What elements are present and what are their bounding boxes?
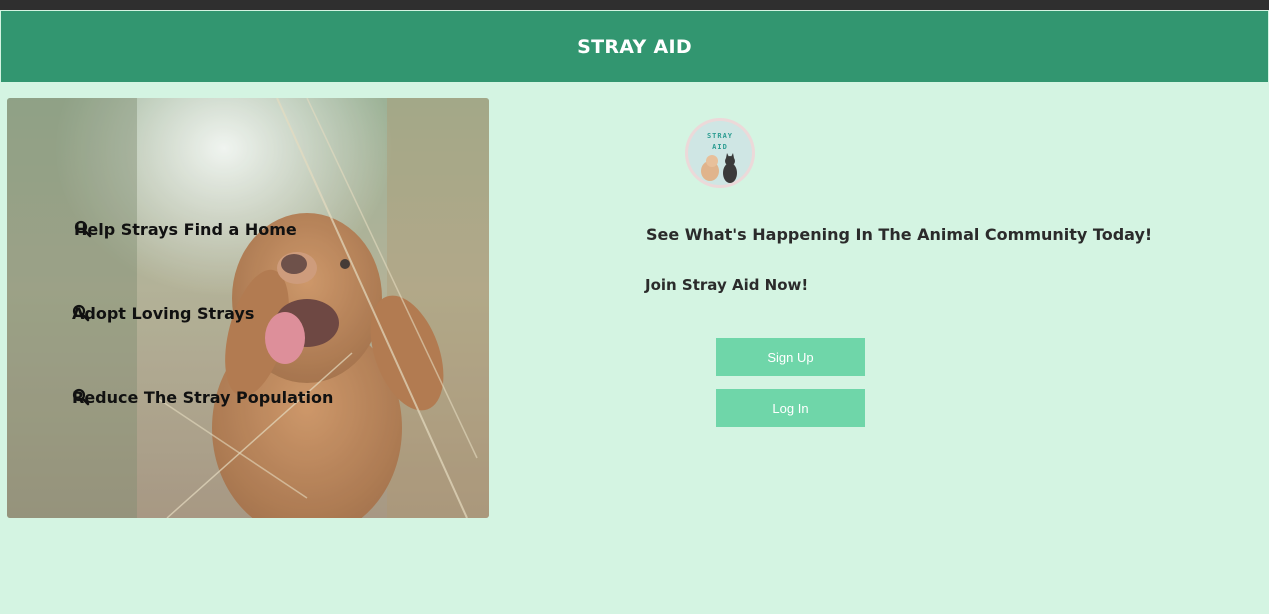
browser-top-strip (0, 0, 1269, 10)
feature-adopt: Adopt Loving Strays (72, 304, 254, 323)
stray-aid-logo: STRAY AID (685, 118, 755, 188)
feature-label: Help Strays Find a Home (74, 220, 297, 239)
hero-image: Help Strays Find a Home Adopt Loving Str… (7, 98, 489, 518)
join-heading: Join Stray Aid Now! (645, 276, 809, 294)
feature-find-home: Help Strays Find a Home (74, 220, 297, 239)
tagline: See What's Happening In The Animal Commu… (646, 225, 1153, 244)
feature-label: Adopt Loving Strays (72, 304, 255, 323)
search-icon (74, 220, 92, 238)
search-icon (72, 304, 90, 322)
logo-badge: STRAY AID (688, 121, 752, 185)
cat-dog-illustration (701, 153, 737, 183)
search-icon (72, 388, 90, 406)
feature-reduce-population: Reduce The Stray Population (72, 388, 333, 407)
signup-button[interactable]: Sign Up (716, 338, 865, 376)
login-button[interactable]: Log In (716, 389, 865, 427)
site-header: STRAY AID (1, 11, 1268, 82)
feature-label: Reduce The Stray Population (72, 388, 334, 407)
site-title: STRAY AID (577, 35, 692, 58)
